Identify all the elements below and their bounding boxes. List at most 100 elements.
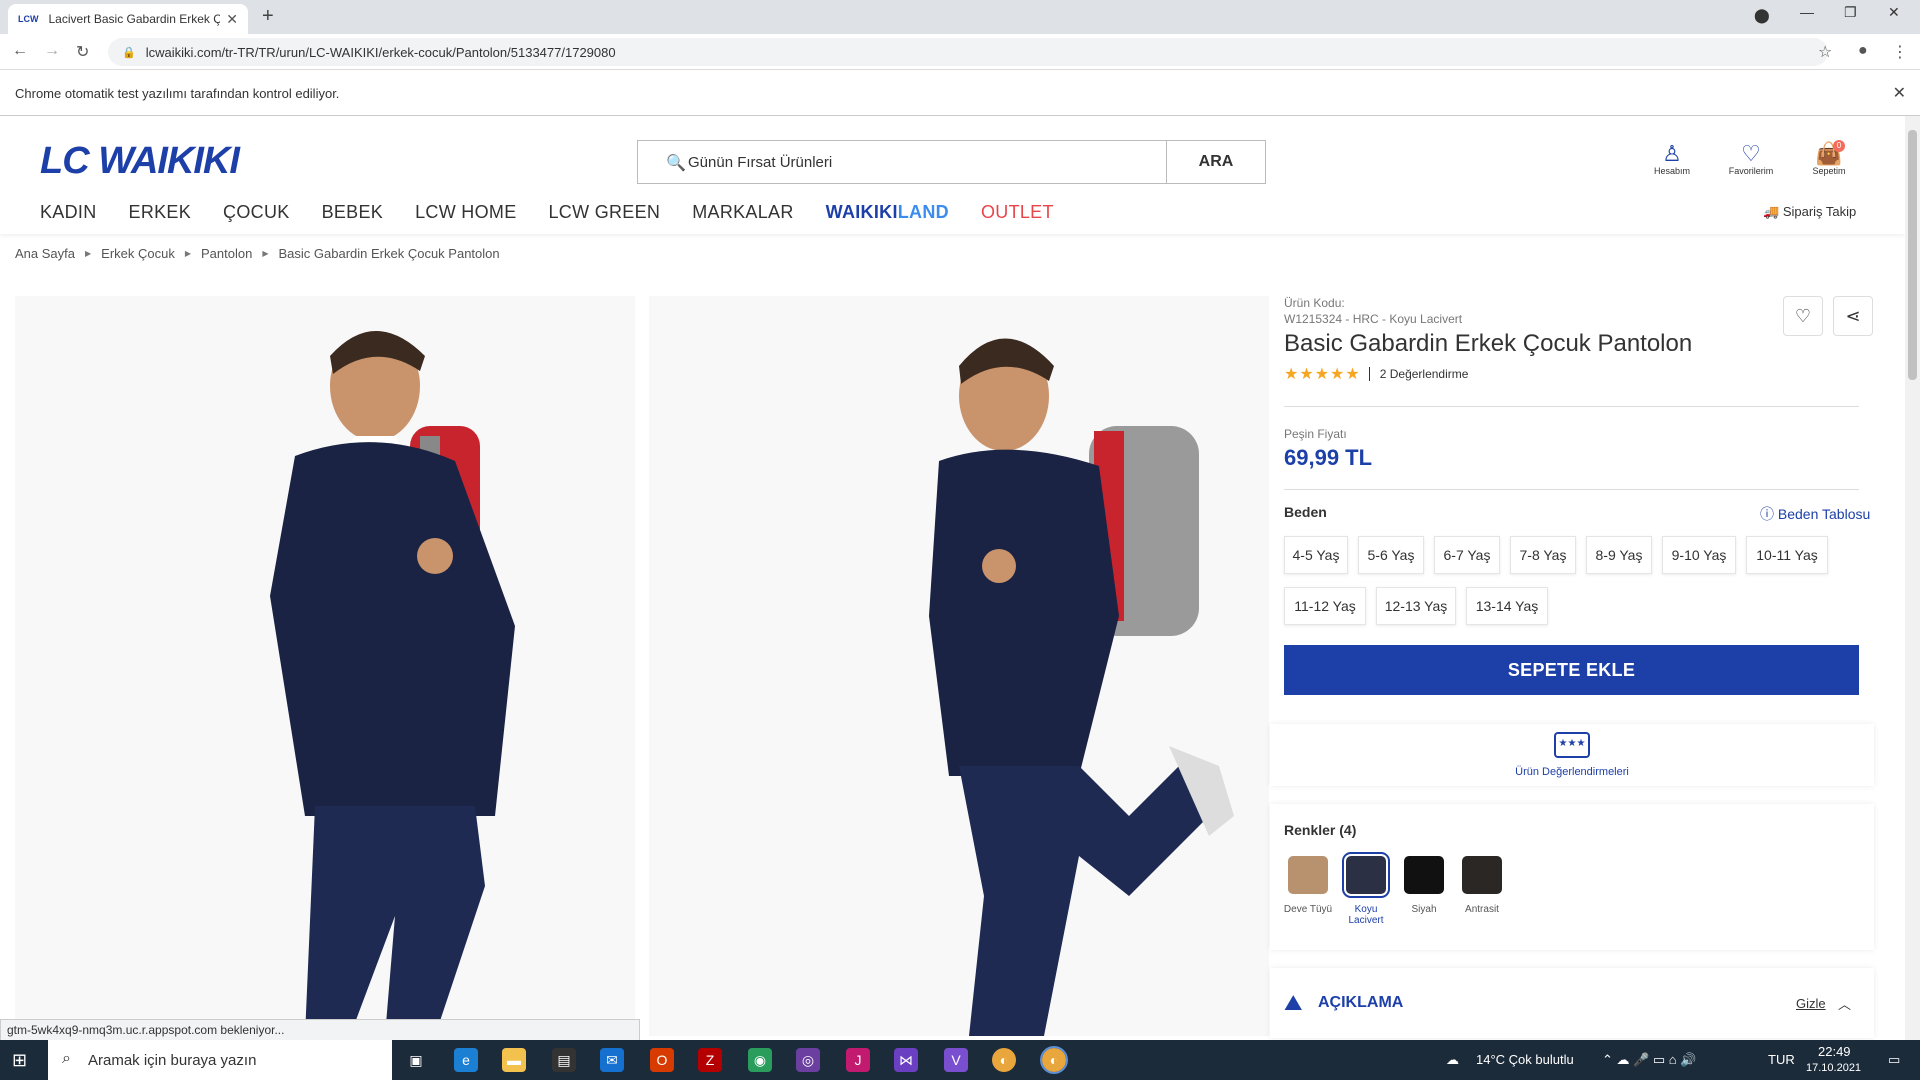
forward-arrow-icon[interactable]: → [44,42,60,60]
size-option[interactable]: 9-10 Yaş [1662,536,1736,574]
color-swatch-koyu-lacivert[interactable] [1342,852,1390,898]
share-button[interactable]: ⋖ [1833,296,1873,336]
color-name: Koyu Lacivert [1348,904,1384,926]
size-option[interactable]: 12-13 Yaş [1376,587,1456,625]
browser-tab[interactable]: LCW Lacivert Basic Gabardin Erkek Ço ✕ [8,4,248,34]
breadcrumb-subcategory[interactable]: Pantolon [201,246,252,261]
visual-studio-icon[interactable]: V [944,1048,968,1072]
size-option[interactable]: 11-12 Yaş [1284,587,1366,625]
task-view-icon[interactable]: ▣ [404,1048,428,1072]
close-tab-icon[interactable]: ✕ [226,11,238,28]
reload-icon[interactable]: ↻ [76,42,89,62]
breadcrumb: Ana Sayfa ▶ Erkek Çocuk ▶ Pantolon ▶ Basic … [15,246,500,261]
hide-link[interactable]: Gizle [1796,996,1826,1011]
mail-icon[interactable]: ✉ [600,1048,624,1072]
browser-menu-icon[interactable]: ⋮ [1892,42,1908,62]
chrome-icon[interactable]: ◐ [992,1048,1016,1072]
nav-erkek[interactable]: ERKEK [129,202,192,223]
search-placeholder: Günün Fırsat Ürünleri [688,153,833,171]
search-input[interactable]: 🔍 Günün Fırsat Ürünleri [637,140,1167,184]
status-bubble: gtm-5wk4xq9-nmq3m.uc.r.appspot.com bekle… [0,1019,640,1041]
visual-studio-icon[interactable]: ⋈ [894,1048,918,1072]
edge-icon[interactable]: e [454,1048,478,1072]
taskbar-search-input[interactable]: ⌕ Aramak için buraya yazın [48,1040,392,1080]
close-window-button[interactable]: ✕ [1888,4,1900,21]
notification-icon[interactable]: ▭ [1888,1052,1900,1068]
favorites-link[interactable]: ♡ Favorilerim [1721,142,1781,177]
description-title[interactable]: AÇIKLAMA [1318,994,1403,1012]
size-option[interactable]: 13-14 Yaş [1466,587,1548,625]
product-image-front[interactable] [15,296,635,1036]
size-table-link[interactable]: ⓘ Beden Tablosu [1760,504,1870,524]
windows-start-icon[interactable]: ⊞ [12,1050,27,1071]
account-icon[interactable]: ● [1858,42,1868,60]
favorite-button[interactable]: ♡ [1783,296,1823,336]
reviews-panel[interactable]: ★★★ Ürün Değerlendirmeleri [1270,724,1874,786]
add-to-cart-button[interactable]: SEPETE EKLE [1284,645,1859,695]
site-header: LC WAIKIKI 🔍 Günün Fırsat Ürünleri ARA ♙… [0,116,1905,234]
clock-date[interactable]: 17.10.2021 [1806,1062,1861,1074]
lcw-logo[interactable]: LC WAIKIKI [40,140,240,183]
language-indicator[interactable]: TUR [1768,1052,1795,1067]
clock-time[interactable]: 22:49 [1818,1044,1851,1059]
size-option[interactable]: 4-5 Yaş [1284,536,1348,574]
size-option[interactable]: 5-6 Yaş [1358,536,1424,574]
tray-icons[interactable]: ⌃ ☁ 🎤 ▭ ⌂ 🔊 [1602,1052,1696,1068]
nav-kadin[interactable]: KADIN [40,202,97,223]
search-button[interactable]: ARA [1166,140,1266,184]
app-icon[interactable]: ◉ [748,1048,772,1072]
rating-stars-icon: ★★★★★ [1284,366,1361,383]
store-icon[interactable]: ▤ [552,1048,576,1072]
color-swatch-deve-tuyu[interactable] [1288,856,1328,894]
nav-outlet[interactable]: OUTLET [981,202,1054,223]
lock-icon: 🔒 [122,46,136,59]
account-link[interactable]: ♙ Hesabım [1642,142,1702,177]
breadcrumb-current: Basic Gabardin Erkek Çocuk Pantolon [278,246,500,261]
weather-text[interactable]: 14°C Çok bulutlu [1476,1052,1574,1067]
scrollbar-thumb[interactable] [1908,130,1917,380]
nav-cocuk[interactable]: ÇOCUK [223,202,290,223]
page-scrollbar[interactable] [1905,116,1920,1040]
profile-menu-icon[interactable]: ⬤ [1754,7,1770,24]
nav-lcw-green[interactable]: LCW GREEN [549,202,661,223]
size-option[interactable]: 7-8 Yaş [1510,536,1576,574]
color-name: Deve Tüyü [1283,904,1333,915]
back-arrow-icon[interactable]: ← [12,42,28,60]
order-track-link[interactable]: 🚚 Sipariş Takip [1763,204,1856,220]
size-table-label: Beden Tablosu [1777,506,1871,522]
size-option[interactable]: 8-9 Yaş [1586,536,1652,574]
address-bar[interactable]: 🔒 lcwaikiki.com/tr-TR/TR/urun/LC-WAIKIKI… [108,38,1828,66]
review-count[interactable]: 2 Değerlendirme [1368,367,1468,381]
app-icon[interactable]: ◎ [796,1048,820,1072]
weather-icon[interactable]: ☁ [1446,1052,1459,1068]
nav-markalar[interactable]: MARKALAR [692,202,793,223]
chrome-active-icon[interactable]: ◐ [1040,1046,1068,1074]
truck-icon: 🚚 [1763,204,1780,219]
maximize-button[interactable]: ❐ [1844,4,1857,21]
office-icon[interactable]: O [650,1048,674,1072]
new-tab-button[interactable]: + [262,5,274,28]
order-track-label: Sipariş Takip [1782,204,1857,219]
filezilla-icon[interactable]: Z [698,1048,722,1072]
size-option[interactable]: 6-7 Yaş [1434,536,1500,574]
search-icon: ⌕ [62,1050,71,1067]
chevron-up-icon[interactable]: ︿ [1838,994,1851,1013]
close-infobar-icon[interactable]: ✕ [1893,83,1906,103]
size-option[interactable]: 10-11 Yaş [1746,536,1828,574]
colors-panel: Renkler (4) Deve Tüyü Koyu Lacivert Siya… [1270,804,1874,950]
browser-toolbar: ← → ↻ 🔒 lcwaikiki.com/tr-TR/TR/urun/LC-W… [0,34,1920,70]
nav-lcw-home[interactable]: LCW HOME [415,202,516,223]
minimize-button[interactable]: — [1800,4,1814,20]
color-swatch-antrasit[interactable] [1462,856,1502,894]
site-favicon: LCW [18,14,39,24]
breadcrumb-category[interactable]: Erkek Çocuk [101,246,175,261]
jetbrains-icon[interactable]: J [846,1048,870,1072]
breadcrumb-home[interactable]: Ana Sayfa [15,246,75,261]
product-image-side[interactable] [649,296,1269,1036]
nav-waikikiland[interactable]: WAIKIKILAND [826,202,949,223]
bookmark-star-icon[interactable]: ☆ [1818,42,1832,62]
color-swatch-siyah[interactable] [1404,856,1444,894]
cart-link[interactable]: 👜 0 Sepetim [1799,140,1859,176]
nav-bebek[interactable]: BEBEK [322,202,384,223]
file-explorer-icon[interactable]: ▬ [502,1048,526,1072]
